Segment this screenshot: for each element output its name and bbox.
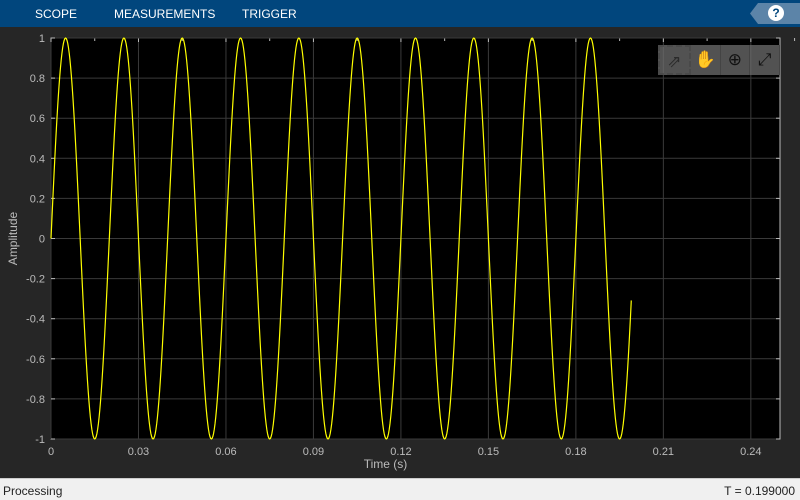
status-bar: Processing T = 0.199000: [0, 478, 800, 500]
pan-hand-icon[interactable]: ✋: [691, 45, 721, 75]
help-icon: ?: [768, 5, 784, 21]
zoom-in-icon[interactable]: ⊕: [721, 45, 751, 75]
x-axis-label: Time (s): [364, 457, 408, 471]
x-tick-label: 0.15: [478, 446, 499, 458]
x-tick-label: 0.03: [128, 446, 149, 458]
status-text: Processing: [3, 484, 63, 498]
y-tick-label: -0.2: [26, 274, 45, 286]
expand-arrow-icon[interactable]: ⇗: [658, 45, 691, 75]
x-tick-label: 0.21: [653, 446, 674, 458]
y-tick-label: 0.8: [30, 73, 45, 85]
x-tick-label: 0.09: [303, 446, 324, 458]
x-tick-label: 0.06: [215, 446, 236, 458]
y-tick-label: -1: [35, 434, 45, 446]
x-tick-label: 0: [48, 446, 54, 458]
time-readout: T = 0.199000: [724, 484, 795, 498]
y-tick-label: -0.8: [26, 394, 45, 406]
y-axis-label: Amplitude: [6, 212, 20, 266]
tab-trigger[interactable]: TRIGGER: [242, 7, 297, 21]
x-tick-label: 0.18: [565, 446, 586, 458]
y-tick-label: 0.6: [30, 113, 45, 125]
toolstrip: SCOPE MEASUREMENTS TRIGGER ?: [0, 0, 800, 27]
tab-measurements[interactable]: MEASUREMENTS: [114, 7, 215, 21]
y-tick-label: 0: [39, 234, 45, 246]
y-tick-label: 0.2: [30, 193, 45, 205]
y-tick-label: 1: [39, 33, 45, 45]
y-tick-label: 0.4: [30, 153, 45, 165]
y-tick-label: -0.6: [26, 354, 45, 366]
axes-toolbar: ⇗ ✋ ⊕ ⤢: [658, 45, 780, 75]
tab-scope[interactable]: SCOPE: [35, 7, 77, 21]
fit-to-view-icon[interactable]: ⤢: [750, 45, 780, 75]
help-button[interactable]: ?: [750, 3, 800, 24]
scope-plot[interactable]: 0 0.03 0.06 0.09 0.12 0.15 0.18 0.21 0.2410.80.6…: [0, 27, 800, 478]
y-tick-label: -0.4: [26, 314, 45, 326]
x-tick-label: 0.24: [740, 446, 761, 458]
